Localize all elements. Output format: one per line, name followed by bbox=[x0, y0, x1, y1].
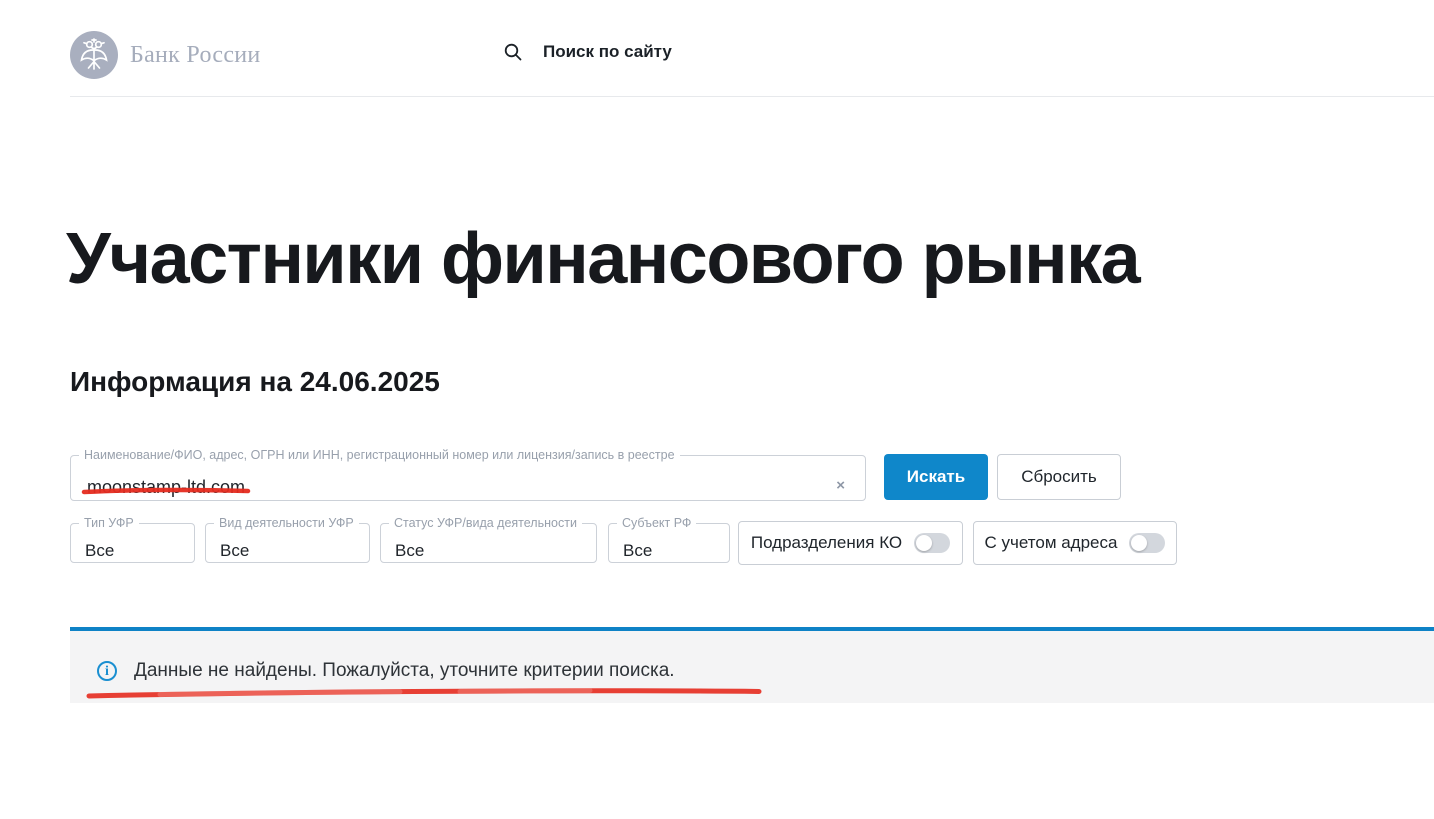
filter-ufr-status[interactable]: Статус УФР/вида деятельности Все bbox=[380, 516, 597, 563]
header-divider bbox=[70, 96, 1434, 97]
search-icon bbox=[504, 43, 522, 61]
search-button[interactable]: Искать bbox=[884, 454, 988, 500]
filter-ufr-activity-label: Вид деятельности УФР bbox=[219, 516, 354, 530]
reset-button[interactable]: Сбросить bbox=[997, 454, 1121, 500]
query-field[interactable]: Наименование/ФИО, адрес, ОГРН или ИНН, р… bbox=[70, 448, 866, 501]
site-search-label: Поиск по сайту bbox=[543, 42, 672, 61]
query-field-label: Наименование/ФИО, адрес, ОГРН или ИНН, р… bbox=[84, 448, 675, 462]
filter-ufr-activity[interactable]: Вид деятельности УФР Все bbox=[205, 516, 370, 563]
header: Банк России Поиск по сайту bbox=[0, 0, 1434, 96]
ko-subdivisions-toggle[interactable] bbox=[914, 533, 951, 553]
toggle-knob bbox=[1131, 535, 1148, 551]
filter-ufr-type[interactable]: Тип УФР Все bbox=[70, 516, 195, 563]
filter-ufr-type-label: Тип УФР bbox=[84, 516, 134, 530]
address-toggle-box: С учетом адреса bbox=[973, 521, 1177, 565]
filter-region-label: Субъект РФ bbox=[622, 516, 692, 530]
bank-of-russia-logo[interactable]: Банк России bbox=[70, 31, 261, 79]
ko-subdivisions-label: Подразделения КО bbox=[750, 533, 903, 552]
filter-region-value: Все bbox=[623, 541, 653, 560]
filter-ufr-activity-value: Все bbox=[220, 541, 250, 560]
results-panel: i Данные не найдены. Пожалуйста, уточнит… bbox=[70, 631, 1434, 703]
bank-logo-eagle-icon bbox=[70, 31, 118, 79]
filter-region[interactable]: Субъект РФ Все bbox=[608, 516, 730, 563]
site-search-button[interactable]: Поиск по сайту bbox=[504, 42, 672, 62]
address-toggle[interactable] bbox=[1129, 533, 1166, 553]
query-input[interactable] bbox=[87, 477, 807, 498]
info-date-subtitle: Информация на 24.06.2025 bbox=[70, 366, 440, 397]
filter-ufr-type-value: Все bbox=[85, 541, 115, 560]
page-title: Участники финансового рынка bbox=[66, 219, 1141, 299]
ko-subdivisions-toggle-box: Подразделения КО bbox=[738, 521, 963, 565]
no-data-message: Данные не найдены. Пожалуйста, уточните … bbox=[134, 660, 675, 681]
address-label: С учетом адреса bbox=[984, 533, 1118, 552]
filter-ufr-status-label: Статус УФР/вида деятельности bbox=[394, 516, 577, 530]
info-icon: i bbox=[97, 661, 117, 681]
bank-logo-text: Банк России bbox=[130, 41, 261, 68]
filter-ufr-status-value: Все bbox=[395, 541, 425, 560]
toggle-knob bbox=[916, 535, 933, 551]
clear-query-icon[interactable]: × bbox=[836, 478, 845, 493]
